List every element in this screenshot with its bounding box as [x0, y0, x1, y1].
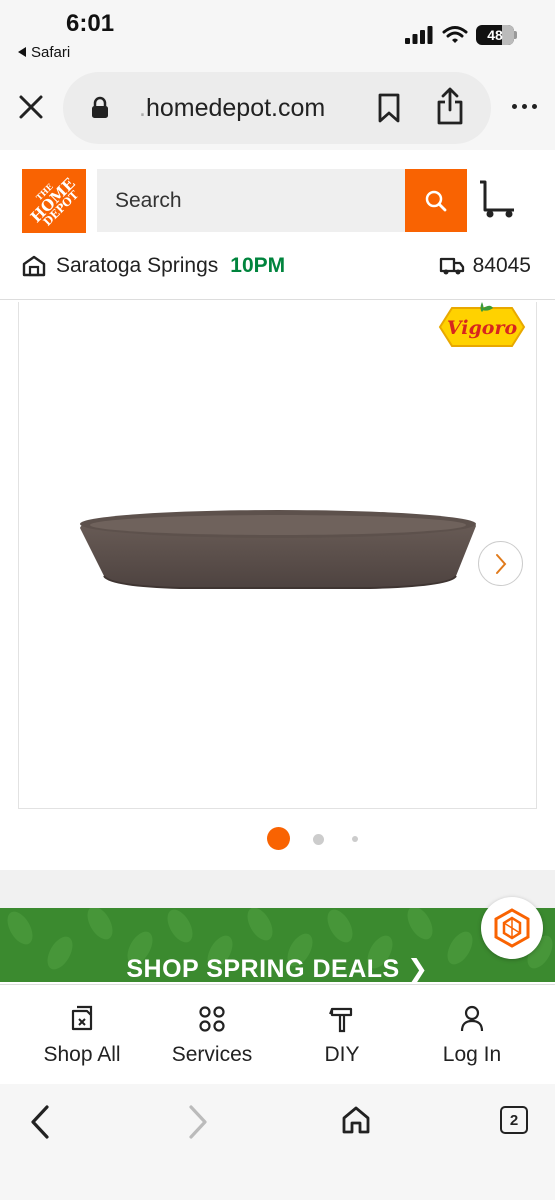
- carousel-dot-active[interactable]: [267, 827, 290, 850]
- browser-bottom-toolbar: 2: [0, 1084, 555, 1200]
- browser-toolbar: .homedepot.com: [0, 70, 555, 150]
- back-to-app-link[interactable]: Safari: [18, 44, 70, 61]
- shop-all-icon: [71, 1005, 93, 1031]
- carousel-next-button[interactable]: [478, 541, 523, 586]
- tab-label: Shop All: [43, 1043, 121, 1066]
- store-name: Saratoga Springs: [56, 254, 219, 277]
- tab-shop-all[interactable]: Shop All: [17, 1005, 147, 1067]
- delivery-zip: 84045: [472, 254, 531, 277]
- store-icon: [22, 255, 46, 277]
- delivery-truck-icon: [439, 257, 464, 275]
- assistant-hexagon-icon: [494, 908, 530, 948]
- plant-saucer-image[interactable]: [70, 500, 490, 610]
- promo-banner[interactable]: SHOP SPRING DEALS ❯: [0, 908, 555, 982]
- home-depot-logo[interactable]: THE HOME DEPOT: [22, 169, 86, 233]
- site-header: THE HOME DEPOT Search Saratoga Springs 1…: [0, 150, 555, 300]
- wifi-icon: [442, 26, 468, 43]
- chevron-right-icon: [495, 553, 506, 574]
- address-bar[interactable]: .homedepot.com: [63, 72, 491, 144]
- brand-name: Vigoro: [447, 317, 518, 339]
- search-placeholder: Search: [115, 189, 182, 212]
- product-media-card: Vigoro: [0, 300, 555, 870]
- promo-text: SHOP SPRING DEALS ❯: [126, 955, 429, 982]
- user-icon: [460, 1005, 484, 1032]
- search-icon: [425, 190, 447, 211]
- tab-diy[interactable]: DIY: [277, 1005, 407, 1067]
- carousel-pagination: [0, 826, 555, 850]
- status-icons: 48: [404, 25, 517, 45]
- bookmark-icon[interactable]: [377, 92, 401, 124]
- tab-label: Services: [171, 1043, 253, 1066]
- site-bottom-nav: Shop All Services DIY Log In: [0, 984, 555, 1084]
- tab-label: Log In: [442, 1043, 502, 1066]
- back-arrow-icon[interactable]: [28, 1104, 52, 1140]
- lock-icon: [92, 96, 108, 118]
- cart-icon[interactable]: [476, 178, 518, 220]
- more-options-button[interactable]: [512, 104, 537, 109]
- close-button[interactable]: [14, 90, 48, 124]
- logo-wordmark: THE HOME DEPOT: [26, 173, 82, 229]
- tab-count: 2: [509, 1111, 519, 1129]
- back-app-label: Safari: [31, 44, 71, 61]
- back-triangle-icon: [18, 47, 26, 57]
- carousel-dot[interactable]: [352, 836, 358, 842]
- close-icon: [19, 95, 43, 119]
- forward-arrow-icon[interactable]: [186, 1104, 210, 1140]
- status-time: 6:01: [66, 10, 115, 37]
- search-button[interactable]: [405, 169, 467, 232]
- battery-indicator: 48: [476, 25, 514, 45]
- vigoro-brand-logo: Vigoro: [438, 302, 526, 347]
- tab-label: DIY: [324, 1043, 360, 1066]
- url-text: .homedepot.com: [139, 94, 326, 122]
- home-icon[interactable]: [340, 1104, 372, 1136]
- share-icon[interactable]: [435, 86, 465, 126]
- store-hours: 10PM: [230, 254, 286, 277]
- cellular-signal-icon: [405, 26, 433, 44]
- tab-services[interactable]: Services: [147, 1005, 277, 1067]
- store-selector[interactable]: Saratoga Springs 10PM: [22, 254, 285, 278]
- services-icon: [199, 1006, 225, 1032]
- delivery-zip-selector[interactable]: 84045: [439, 254, 531, 278]
- carousel-dot[interactable]: [313, 834, 324, 845]
- chat-assistant-button[interactable]: [481, 897, 543, 959]
- section-divider: [0, 870, 555, 908]
- tab-log-in[interactable]: Log In: [407, 1005, 537, 1067]
- search-input[interactable]: Search: [97, 169, 405, 232]
- tabs-button[interactable]: 2: [500, 1106, 528, 1134]
- diy-hammer-icon: [329, 1007, 353, 1033]
- status-bar: 6:01 Safari 48: [0, 0, 555, 70]
